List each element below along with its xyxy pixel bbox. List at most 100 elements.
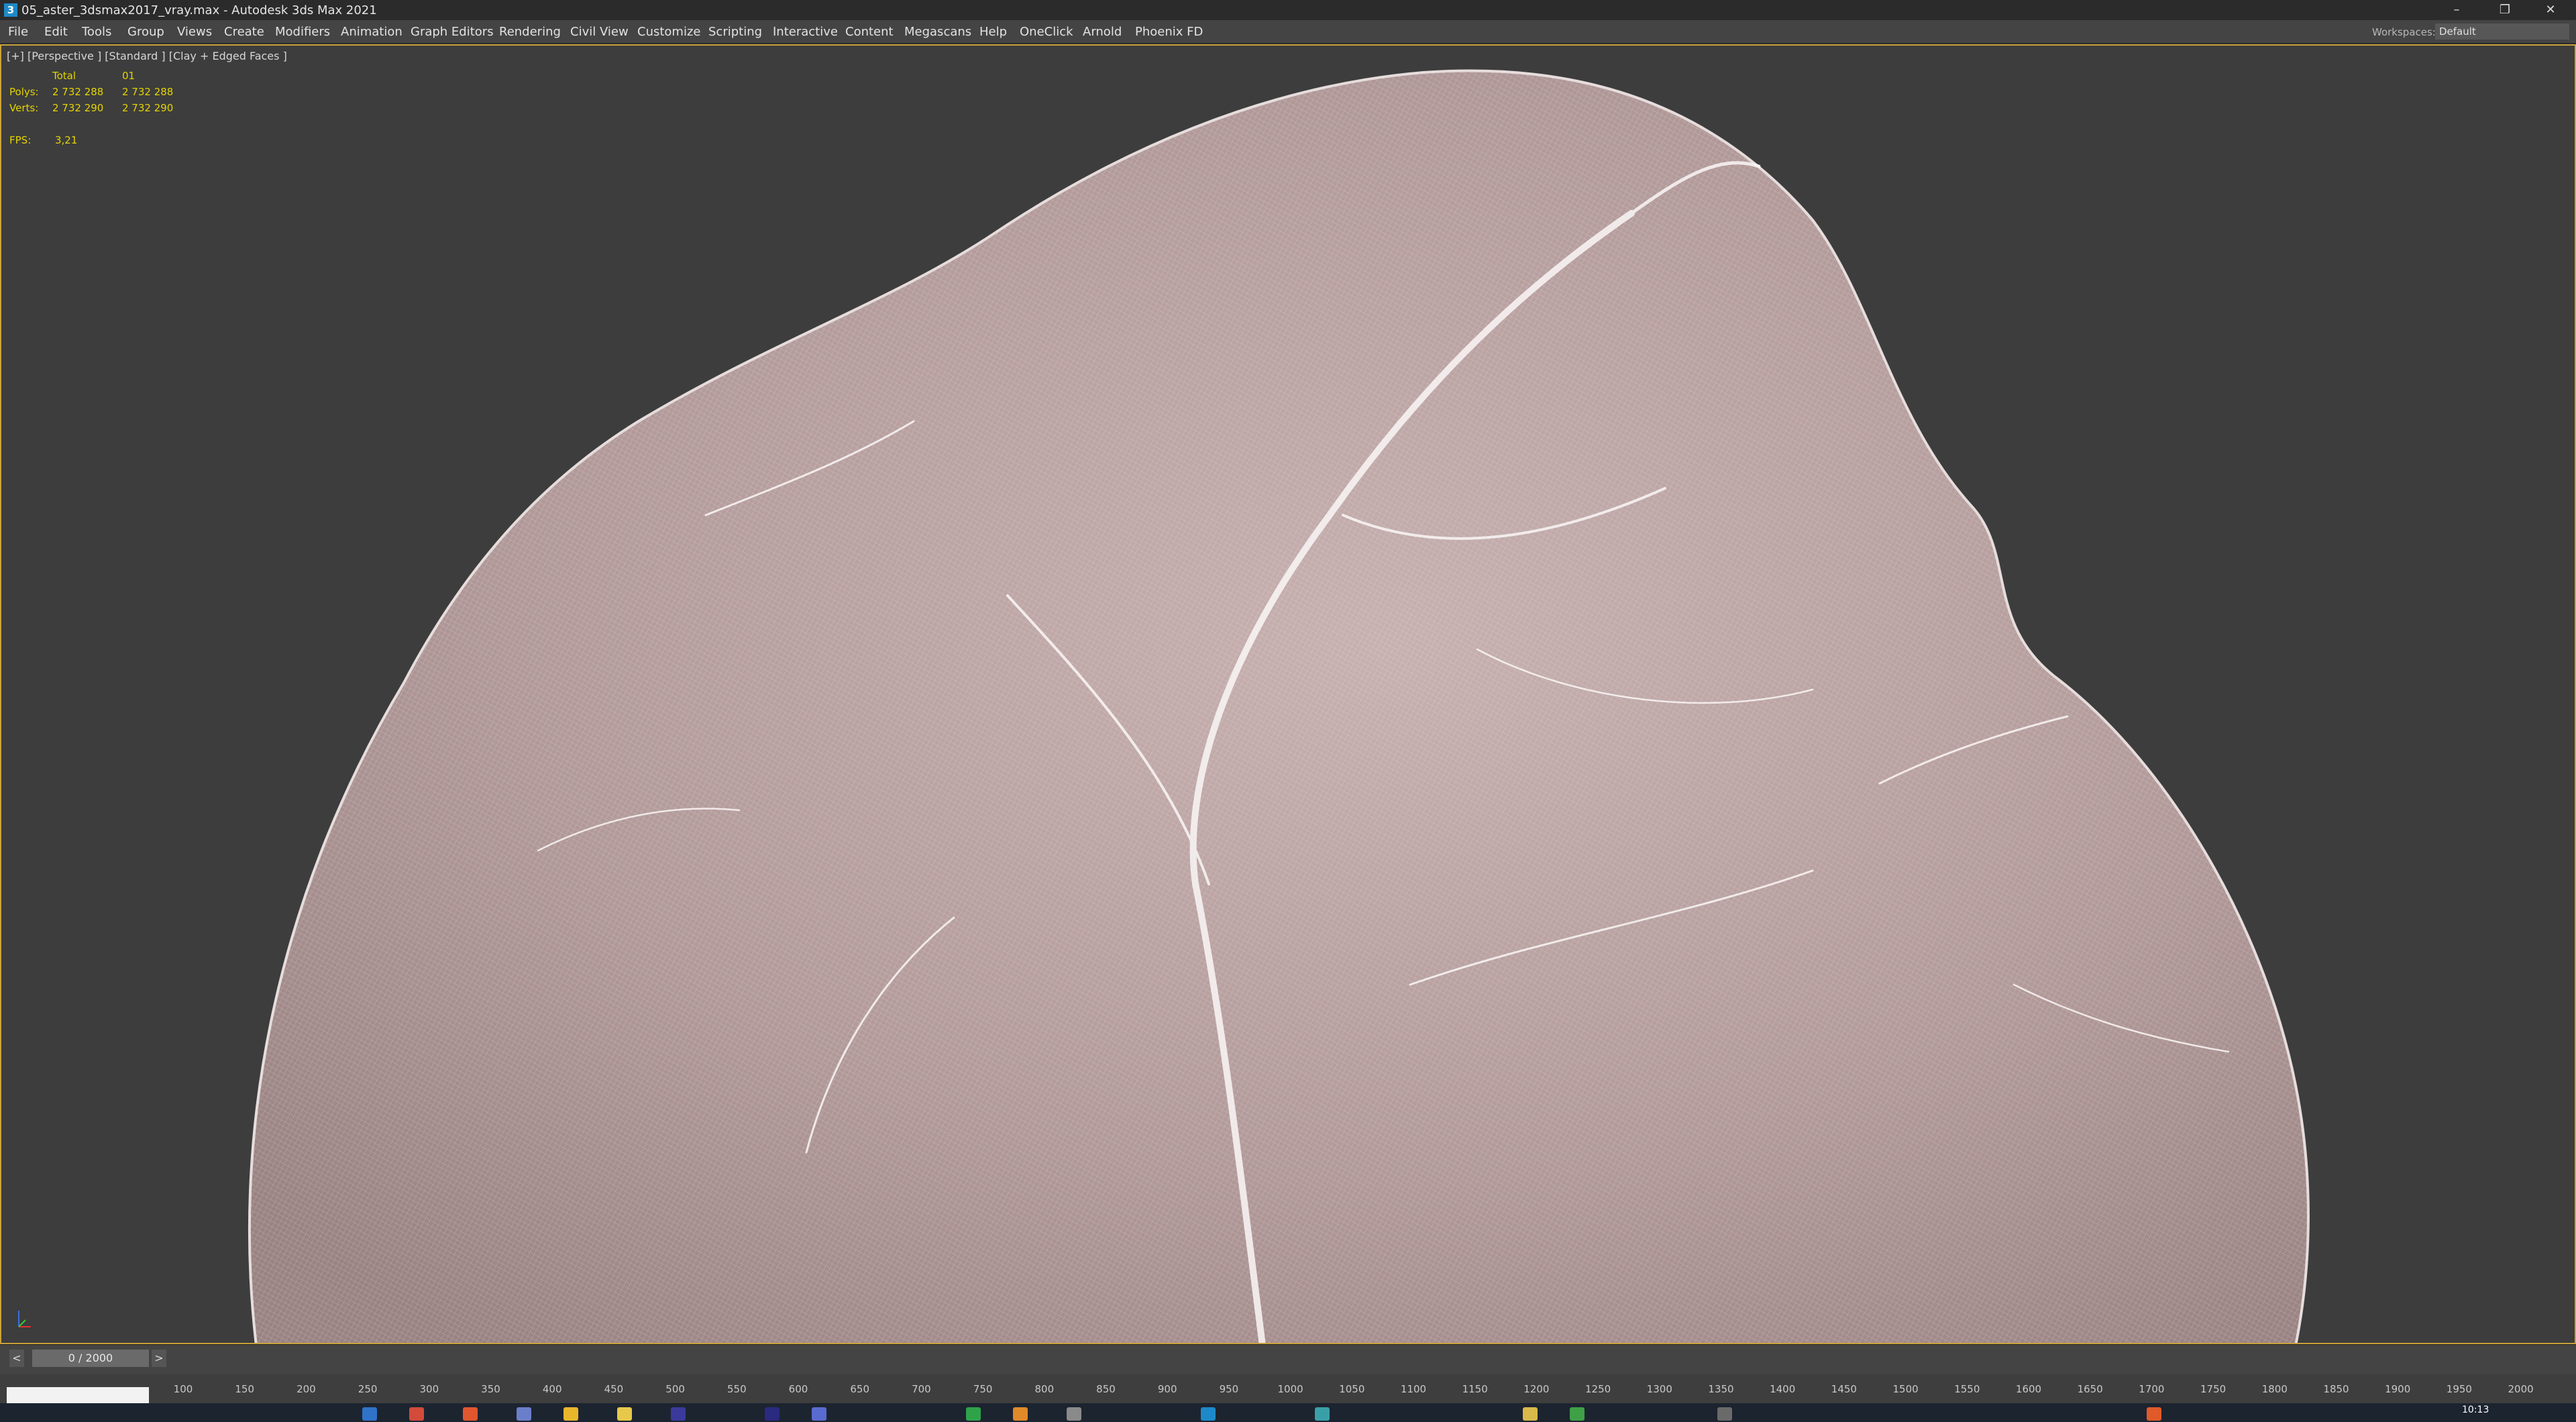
taskbar-app-icon[interactable]	[1570, 1407, 1585, 1421]
menu-oneclick[interactable]: OneClick	[1020, 25, 1073, 39]
title-bar: 3 05_aster_3dsmax2017_vray.max - Autodes…	[0, 0, 2576, 20]
frame-slider[interactable]: 0 / 2000	[32, 1350, 149, 1367]
taskbar-clock: 10:13	[2462, 1405, 2489, 1415]
taskbar-app-icon[interactable]	[671, 1407, 686, 1421]
taskbar-app-icon[interactable]	[463, 1407, 478, 1421]
ruler-tick: 950	[1219, 1383, 1239, 1395]
ruler-tick: 1700	[2139, 1383, 2165, 1395]
ruler-tick: 1000	[1277, 1383, 1303, 1395]
ruler-tick: 1900	[2385, 1383, 2411, 1395]
ruler-tick: 900	[1157, 1383, 1177, 1395]
menu-file[interactable]: File	[8, 25, 28, 39]
prev-frame-button[interactable]: <	[9, 1350, 24, 1367]
taskbar-app-icon[interactable]	[966, 1407, 981, 1421]
menu-modifiers[interactable]: Modifiers	[275, 25, 330, 39]
stats-total-header: Total	[52, 70, 76, 82]
ruler-tick: 1800	[2261, 1383, 2288, 1395]
stats-verts-object: 2 732 290	[122, 102, 174, 114]
ruler-tick: 1750	[2200, 1383, 2226, 1395]
workspaces-label: Workspaces:	[2372, 26, 2436, 38]
stats-verts-label: Verts:	[9, 102, 39, 114]
ruler-tick: 1450	[1831, 1383, 1857, 1395]
ruler-tick: 200	[297, 1383, 316, 1395]
taskbar-app-icon[interactable]	[812, 1407, 826, 1421]
ruler-tick: 1650	[2077, 1383, 2103, 1395]
menu-customize[interactable]: Customize	[637, 25, 700, 39]
menu-animation[interactable]: Animation	[341, 25, 402, 39]
taskbar-app-icon[interactable]	[1013, 1407, 1028, 1421]
ruler-tick: 550	[727, 1383, 747, 1395]
menu-group[interactable]: Group	[127, 25, 164, 39]
ruler-tick: 1600	[2015, 1383, 2042, 1395]
menu-content[interactable]: Content	[845, 25, 894, 39]
taskbar-app-icon[interactable]	[362, 1407, 377, 1421]
ruler-tick: 1350	[1708, 1383, 1734, 1395]
ruler-tick: 700	[912, 1383, 931, 1395]
ruler-tick: 850	[1096, 1383, 1116, 1395]
close-button[interactable]: ✕	[2532, 0, 2569, 20]
ruler-tick: 350	[481, 1383, 500, 1395]
ruler-tick: 1850	[2323, 1383, 2349, 1395]
perspective-viewport[interactable]: [+] [Perspective ] [Standard ] [Clay + E…	[0, 44, 2576, 1344]
menu-megascans[interactable]: Megascans	[904, 25, 971, 39]
menu-edit[interactable]: Edit	[44, 25, 68, 39]
time-slider: < 0 / 2000 >	[0, 1344, 2576, 1374]
menu-tools[interactable]: Tools	[82, 25, 111, 39]
ruler-tick: 1250	[1585, 1383, 1611, 1395]
ruler-tick: 650	[850, 1383, 870, 1395]
ruler-tick: 800	[1034, 1383, 1055, 1395]
taskbar-app-icon[interactable]	[2147, 1407, 2161, 1421]
taskbar-app-icon[interactable]	[1315, 1407, 1330, 1421]
ruler-tick: 500	[665, 1383, 685, 1395]
window-title: 05_aster_3dsmax2017_vray.max - Autodesk …	[21, 3, 377, 17]
taskbar-app-icon[interactable]	[517, 1407, 531, 1421]
ruler-tick: 250	[358, 1383, 378, 1395]
frame-ruler[interactable]: 100 150 200 250 300 350 400 450 500 550 600 650 700 7…	[0, 1374, 2576, 1395]
ruler-tick: 400	[542, 1383, 562, 1395]
axis-tripod-icon	[18, 1311, 31, 1327]
restore-button[interactable]: ❐	[2486, 0, 2524, 20]
viewport-label[interactable]: [+] [Perspective ] [Standard ] [Clay + E…	[7, 50, 287, 62]
stats-verts-total: 2 732 290	[52, 102, 104, 114]
menu-create[interactable]: Create	[224, 25, 264, 39]
stats-polys-label: Polys:	[9, 86, 39, 98]
ruler-tick: 1500	[1892, 1383, 1919, 1395]
ruler-tick: 300	[419, 1383, 439, 1395]
menu-rendering[interactable]: Rendering	[499, 25, 561, 39]
menu-phoenix-fd[interactable]: Phoenix FD	[1135, 25, 1203, 39]
ruler-tick: 1050	[1339, 1383, 1365, 1395]
stats-fps-label: FPS:	[9, 134, 32, 146]
taskbar-app-icon[interactable]	[564, 1407, 578, 1421]
stats-fps-value: 3,21	[55, 134, 78, 146]
ruler-tick: 600	[788, 1383, 808, 1395]
ruler-tick: 1300	[1646, 1383, 1672, 1395]
track-bar[interactable]: 100 150 200 250 300 350 400 450 500 550 600 650 700 7…	[0, 1374, 2576, 1414]
app-icon: 3	[4, 3, 17, 17]
ruler-tick: 1100	[1400, 1383, 1427, 1395]
minimize-button[interactable]: –	[2438, 0, 2475, 20]
taskbar-app-icon[interactable]	[1523, 1407, 1538, 1421]
next-frame-button[interactable]: >	[152, 1350, 166, 1367]
ruler-tick: 1400	[1770, 1383, 1796, 1395]
taskbar-app-icon[interactable]	[765, 1407, 780, 1421]
ruler-tick: 150	[235, 1383, 255, 1395]
menu-scripting[interactable]: Scripting	[708, 25, 762, 39]
menu-help[interactable]: Help	[979, 25, 1007, 39]
windows-taskbar: 10:13	[0, 1403, 2576, 1422]
menu-graph-editors[interactable]: Graph Editors	[411, 25, 494, 39]
ruler-tick: 1200	[1523, 1383, 1550, 1395]
taskbar-app-icon[interactable]	[617, 1407, 632, 1421]
taskbar-app-icon[interactable]	[1067, 1407, 1081, 1421]
asteroid-mesh[interactable]	[1, 46, 2576, 1344]
workspaces-dropdown[interactable]: Default	[2435, 23, 2569, 40]
menu-arnold[interactable]: Arnold	[1083, 25, 1122, 39]
taskbar-3dsmax-icon[interactable]	[1201, 1407, 1216, 1421]
ruler-tick: 450	[604, 1383, 624, 1395]
taskbar-app-icon[interactable]	[409, 1407, 424, 1421]
menu-civil-view[interactable]: Civil View	[570, 25, 629, 39]
ruler-tick: 1950	[2446, 1383, 2472, 1395]
taskbar-app-icon[interactable]	[1717, 1407, 1732, 1421]
stats-object-header: 01	[122, 70, 136, 82]
menu-interactive[interactable]: Interactive	[773, 25, 838, 39]
menu-views[interactable]: Views	[177, 25, 212, 39]
